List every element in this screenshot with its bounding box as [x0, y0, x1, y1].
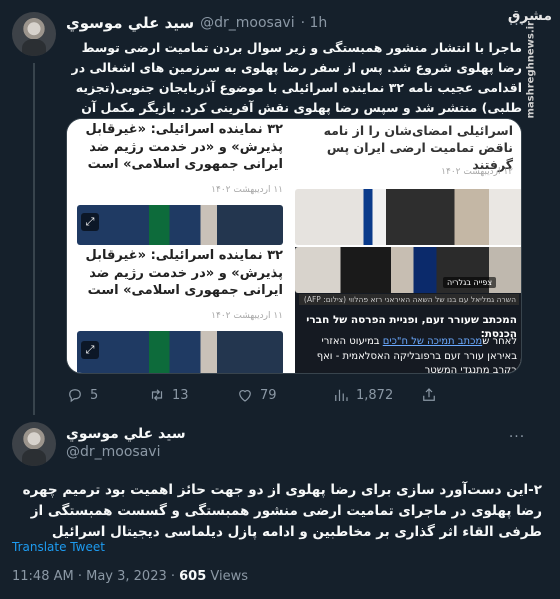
reply-icon	[69, 389, 81, 403]
media-tile-1[interactable]: ۳۲ نماینده اسرائیلی: «غیرقابل پذیرش» و «…	[67, 119, 293, 245]
expand-icon[interactable]: ⤢	[81, 341, 99, 359]
tweet2-header: سيد علي موسوي @dr_moosavi	[66, 426, 186, 460]
like-button[interactable]: 79	[236, 386, 277, 404]
media-photo	[77, 205, 283, 245]
media-date: ۱۱ اردیبهشت ۱۴۰۲	[211, 185, 283, 195]
media-tile-2[interactable]: اسرائیلی امضای‌شان را از نامه ناقض تمامی…	[295, 119, 521, 245]
share-icon	[423, 388, 435, 401]
avatar[interactable]	[12, 12, 56, 56]
media-date: ۱۱ اردیبهشت ۱۴۰۲	[211, 311, 283, 321]
views-total: 605	[179, 569, 207, 584]
meta-separator: ·	[170, 569, 180, 584]
media-date: ۱۲ اردیبهشت ۱۴۰۲	[441, 167, 513, 177]
avatar[interactable]	[12, 422, 56, 466]
media-headline: ۳۲ نماینده اسرائیلی: «غیرقابل پذیرش» و «…	[85, 122, 283, 173]
reply-button[interactable]: 5	[66, 386, 98, 404]
more-options-icon[interactable]: ···	[508, 428, 526, 446]
tweet1-header: سيد علي موسوي @dr_moosavi · 1h	[66, 14, 327, 32]
retweet-count: 13	[172, 387, 189, 403]
tweet-timestamp[interactable]: 11:48 AM · May 3, 2023	[12, 569, 167, 584]
watermark-site: mashreghnews.ir	[525, 21, 537, 119]
author-name[interactable]: سيد علي موسوي	[66, 426, 186, 442]
media-link[interactable]: מכתב תמיכה של ח"כים	[383, 336, 482, 347]
views-count: 1,872	[356, 387, 394, 403]
reply-count: 5	[90, 387, 99, 403]
views-label: Views	[210, 569, 249, 584]
media-grid[interactable]: ۳۲ نماینده اسرائیلی: «غیرقابل پذیرش» و «…	[66, 118, 522, 374]
author-handle[interactable]: @dr_moosavi	[66, 444, 186, 460]
gallery-badge[interactable]: צפייה בגלריה	[443, 277, 497, 288]
like-count: 79	[260, 387, 277, 403]
tweet2-meta: 11:48 AM · May 3, 2023 · 605 Views	[12, 569, 248, 584]
author-name[interactable]: سيد علي موسوي	[66, 14, 194, 32]
media-headline: ۳۲ نماینده اسرائیلی: «غیرقابل پذیرش» و «…	[85, 248, 283, 299]
tweet-time[interactable]: · 1h	[301, 15, 328, 31]
translate-tweet-link[interactable]: Translate Tweet	[12, 540, 105, 554]
expand-icon[interactable]: ⤢	[81, 213, 99, 231]
mashregh-watermark: مشرق mashreghnews.ir	[508, 8, 554, 119]
tweet2-body: ۲-این دست‌آورد سازی برای رضا پهلوی از دو…	[22, 482, 542, 540]
heart-icon	[239, 390, 251, 402]
views-button[interactable]: 1,872	[332, 386, 393, 404]
media-photo	[295, 189, 521, 245]
tweet1-actions: 5 13 79 1,872	[66, 386, 522, 406]
author-handle[interactable]: @dr_moosavi	[200, 15, 294, 31]
media-text: לאחר שמכתב תמיכה של ח"כים במיעוט האזרי ב…	[301, 335, 517, 373]
retweet-button[interactable]: 13	[148, 386, 189, 404]
thread-connector	[33, 63, 35, 415]
media-caption: השרה גמליאל עם בנו של השאה האיראני רזא פ…	[299, 294, 519, 305]
media-tile-3[interactable]: ۳۲ نماینده اسرائیلی: «غیرقابل پذیرش» و «…	[67, 247, 293, 373]
media-tile-4[interactable]: צפייה בגלריה השרה גמליאל עם בנו של השאה …	[295, 247, 521, 373]
media-photo	[77, 331, 283, 373]
share-button[interactable]	[420, 386, 438, 404]
retweet-icon	[151, 389, 163, 401]
views-icon	[335, 389, 348, 401]
media-text-start: לאחר ש	[482, 336, 517, 347]
